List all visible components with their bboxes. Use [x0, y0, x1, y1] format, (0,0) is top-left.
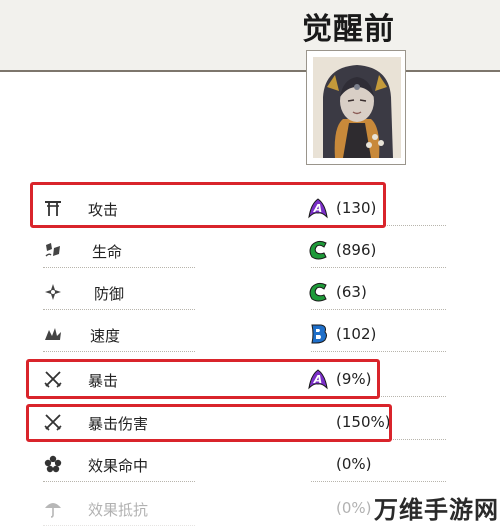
shield-defense-icon — [45, 284, 61, 300]
row-divider — [43, 351, 195, 352]
stat-value: (63) — [336, 283, 367, 301]
row-divider — [311, 351, 446, 352]
stat-value: (0%) — [336, 499, 372, 517]
stat-row-speed: 速度 B (102) — [0, 316, 500, 352]
umbrella-resist-icon — [45, 503, 61, 518]
flower-effect-icon — [44, 455, 62, 473]
stat-row-defense: 防御 C (63) — [0, 274, 500, 310]
stat-value: (0%) — [336, 455, 372, 473]
stat-name: 生命 — [92, 243, 123, 261]
stat-row-effect-hit: 效果命中 (0%) — [0, 446, 500, 482]
highlight-box-crit-damage — [26, 404, 392, 442]
stat-row-health: 生命 C (896) — [0, 232, 500, 268]
stat-name: 速度 — [90, 327, 121, 345]
row-divider — [43, 525, 195, 526]
stat-name: 效果抵抗 — [88, 501, 149, 519]
row-divider — [43, 267, 195, 268]
row-divider — [43, 481, 195, 482]
highlight-box-attack — [30, 182, 386, 228]
character-portrait — [306, 50, 406, 165]
page-title: 觉醒前 — [302, 12, 395, 47]
site-watermark: 万维手游网 — [374, 492, 498, 528]
rank-badge-icon: C — [309, 282, 327, 302]
row-divider — [311, 481, 446, 482]
highlight-box-crit-rate — [26, 359, 380, 399]
header-band — [0, 0, 500, 72]
row-divider — [311, 309, 446, 310]
stat-name: 效果命中 — [88, 457, 149, 475]
character-portrait-art — [313, 57, 401, 158]
stat-value: (896) — [336, 241, 377, 259]
row-divider — [311, 267, 446, 268]
stat-value: (102) — [336, 325, 377, 343]
stat-name: 防御 — [94, 285, 125, 303]
rank-badge-icon: C — [309, 240, 327, 260]
rank-badge-icon: B — [311, 324, 327, 344]
row-divider — [43, 309, 195, 310]
speed-wings-icon — [45, 328, 61, 340]
heart-life-icon — [45, 243, 60, 257]
